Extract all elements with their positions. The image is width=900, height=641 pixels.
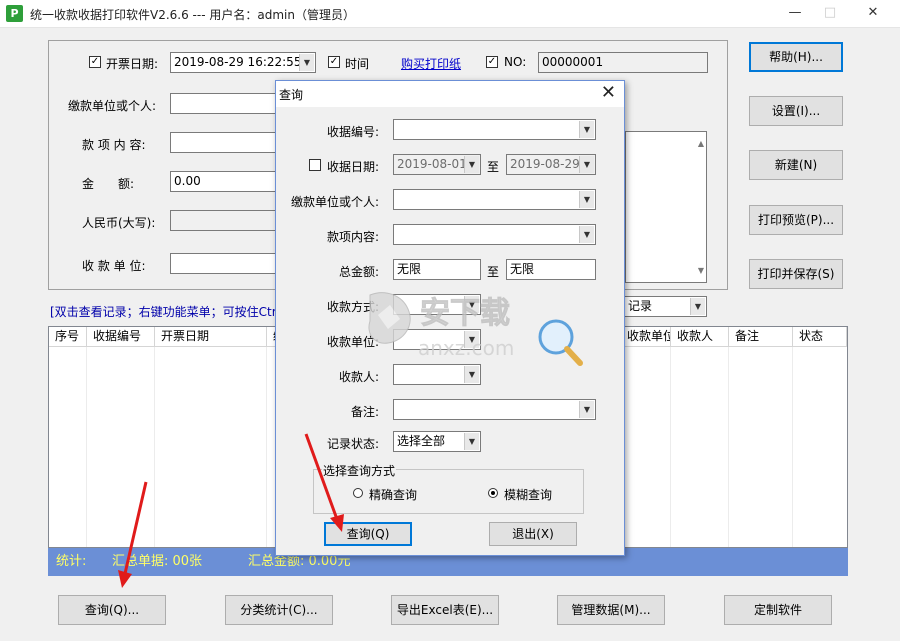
stats-label: 统计: bbox=[56, 554, 87, 569]
invoice-date-label: 开票日期: bbox=[106, 57, 159, 71]
chevron-down-icon: ▼ bbox=[579, 156, 594, 173]
chevron-down-icon: ▼ bbox=[579, 401, 594, 418]
dialog-close-icon[interactable]: ✕ bbox=[601, 82, 616, 104]
help-button[interactable]: 帮助(H)... bbox=[749, 42, 843, 72]
receiver-unit-field[interactable] bbox=[170, 253, 280, 274]
watermark-domain: anxz.com bbox=[418, 336, 514, 360]
rmb-field bbox=[170, 210, 280, 231]
item-label: 款 项 内 容: bbox=[82, 138, 146, 152]
invoice-date-picker[interactable]: 2019-08-29 16:22:55 ▼ bbox=[170, 52, 316, 73]
item-content-label: 款项内容: bbox=[326, 230, 379, 244]
amount-label: 金 额: bbox=[82, 177, 135, 191]
item-field[interactable] bbox=[170, 132, 280, 153]
record-status-select[interactable]: 选择全部 ▼ bbox=[393, 431, 481, 452]
amount-to-field[interactable]: 无限 bbox=[506, 259, 596, 280]
receipt-no-label: 收据编号: bbox=[326, 125, 379, 139]
custom-software-button[interactable]: 定制软件 bbox=[724, 595, 832, 625]
time-checkbox[interactable]: ✓ bbox=[328, 56, 340, 68]
category-stats-button[interactable]: 分类统计(C)... bbox=[225, 595, 333, 625]
table-header[interactable]: 收据编号 bbox=[87, 327, 155, 347]
close-button[interactable]: ✕ bbox=[858, 2, 888, 24]
amount-field[interactable]: 0.00 bbox=[170, 171, 280, 192]
table-header[interactable]: 序号 bbox=[49, 327, 87, 347]
amount-from-field[interactable]: 无限 bbox=[393, 259, 481, 280]
watermark-graphic: 安下载 anxz.com bbox=[368, 292, 583, 366]
chevron-down-icon: ▼ bbox=[464, 156, 479, 173]
window-title: 统一收款收据打印软件V2.6.6 --- 用户名：admin（管理员） bbox=[30, 8, 355, 22]
column-divider bbox=[792, 347, 793, 547]
dialog-title: 查询 bbox=[279, 88, 304, 102]
chevron-down-icon: ▼ bbox=[579, 226, 594, 243]
table-header[interactable]: 开票日期 bbox=[155, 327, 267, 347]
table-header[interactable]: 收款人 bbox=[671, 327, 729, 347]
notes-textarea[interactable]: ▲ ▼ bbox=[625, 131, 707, 283]
chevron-down-icon: ▼ bbox=[579, 191, 594, 208]
receiver-unit-label: 收 款 单 位: bbox=[82, 259, 146, 273]
table-header[interactable]: 备注 bbox=[729, 327, 793, 347]
fuzzy-query-label[interactable]: 模糊查询 bbox=[504, 486, 552, 503]
annotation-arrow-query bbox=[118, 481, 148, 588]
app-icon: P bbox=[6, 5, 23, 22]
scroll-down-icon[interactable]: ▼ bbox=[698, 261, 704, 280]
payer-field[interactable] bbox=[170, 93, 280, 114]
watermark-logo: 安下载 anxz.com bbox=[360, 285, 590, 375]
no-checkbox[interactable]: ✓ bbox=[486, 56, 498, 68]
note-combo[interactable]: ▼ bbox=[393, 399, 596, 420]
column-divider bbox=[728, 347, 729, 547]
date-to-picker[interactable]: 2019-08-29 ▼ bbox=[506, 154, 596, 175]
date-range-separator: 至 bbox=[487, 160, 500, 174]
chevron-down-icon: ▼ bbox=[464, 433, 479, 450]
settings-button[interactable]: 设置(I)... bbox=[749, 96, 843, 126]
table-header[interactable]: 状态 bbox=[793, 327, 847, 347]
column-divider bbox=[86, 347, 87, 547]
payer-combo[interactable]: ▼ bbox=[393, 189, 596, 210]
scroll-up-icon[interactable]: ▲ bbox=[698, 134, 704, 153]
rmb-label: 人民币(大写): bbox=[82, 216, 156, 230]
no-label: NO: bbox=[504, 55, 527, 69]
new-button[interactable]: 新建(N) bbox=[749, 150, 843, 180]
export-excel-button[interactable]: 导出Excel表(E)... bbox=[391, 595, 499, 625]
dialog-title-bar: 查询 ✕ bbox=[276, 81, 624, 107]
title-bar: P 统一收款收据打印软件V2.6.6 --- 用户名：admin（管理员） — … bbox=[0, 0, 900, 28]
minimize-button[interactable]: — bbox=[780, 2, 810, 24]
invoice-date-checkbox[interactable]: ✓ bbox=[89, 56, 101, 68]
payer-label: 缴款单位或个人: bbox=[68, 99, 157, 113]
print-preview-button[interactable]: 打印预览(P)... bbox=[749, 205, 843, 235]
print-save-button[interactable]: 打印并保存(S) bbox=[749, 259, 843, 289]
payer-label: 缴款单位或个人: bbox=[290, 195, 379, 209]
usage-hint: [双击查看记录；右键功能菜单；可按住Ctr bbox=[50, 305, 277, 319]
receipt-no-combo[interactable]: ▼ bbox=[393, 119, 596, 140]
chevron-down-icon: ▼ bbox=[690, 298, 705, 315]
fuzzy-query-radio[interactable] bbox=[488, 488, 498, 498]
date-filter-checkbox[interactable] bbox=[309, 159, 321, 171]
manage-data-button[interactable]: 管理数据(M)... bbox=[557, 595, 665, 625]
date-from-picker[interactable]: 2019-08-01 ▼ bbox=[393, 154, 481, 175]
amount-range-separator: 至 bbox=[487, 265, 500, 279]
item-content-combo[interactable]: ▼ bbox=[393, 224, 596, 245]
column-divider bbox=[266, 347, 267, 547]
records-filter-select[interactable]: 记录 ▼ bbox=[624, 296, 707, 317]
query-button[interactable]: 查询(Q)... bbox=[58, 595, 166, 625]
note-label: 备注: bbox=[350, 405, 379, 419]
chevron-down-icon: ▼ bbox=[579, 121, 594, 138]
table-header[interactable]: 收款单位 bbox=[621, 327, 671, 347]
annotation-arrow-dialog-query bbox=[304, 433, 344, 532]
buy-paper-link[interactable]: 购买打印纸 bbox=[401, 55, 461, 72]
maximize-button[interactable]: □ bbox=[815, 2, 845, 24]
chevron-down-icon: ▼ bbox=[299, 54, 314, 71]
total-amount-label: 总金额: bbox=[338, 265, 379, 279]
no-field[interactable]: 00000001 bbox=[538, 52, 708, 73]
exact-query-label[interactable]: 精确查询 bbox=[369, 486, 417, 503]
column-divider bbox=[670, 347, 671, 547]
date-label: 收据日期: bbox=[326, 160, 379, 174]
watermark-brand: 安下载 bbox=[420, 296, 510, 331]
time-label: 时间 bbox=[345, 57, 370, 71]
dialog-exit-button[interactable]: 退出(X) bbox=[489, 522, 577, 546]
